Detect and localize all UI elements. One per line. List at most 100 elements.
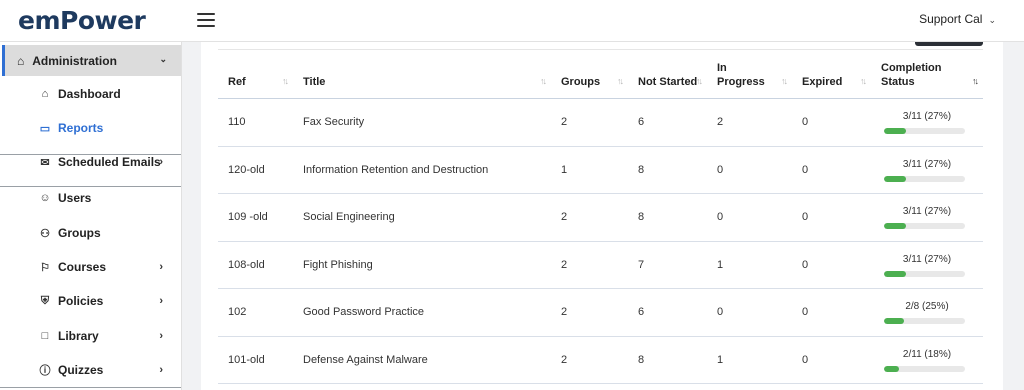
cell-completion-status: 3/11 (27%) (871, 241, 983, 289)
sort-icon: ↑↓ (282, 76, 289, 86)
sidebar-item-groups[interactable]: ⚇ Groups (0, 218, 179, 248)
completion-label: 3/11 (27%) (902, 253, 952, 265)
cell-not-started: 6 (628, 288, 707, 337)
main-content: Ref ↑↓ Title ↑↓ Groups ↑↓ Not Started ↑↓ In Prog… (201, 42, 1003, 390)
chevron-down-icon: ⌄ (988, 15, 996, 25)
sort-icon: ↑↓ (696, 76, 703, 86)
cell-completion-status: 3/11 (27%) (871, 146, 983, 194)
chevron-right-icon: › (159, 156, 163, 168)
completion-progress-fill (884, 318, 905, 324)
column-header-label: Completion Status (881, 62, 942, 88)
sidebar-divider (0, 154, 181, 155)
column-header-not-started[interactable]: Not Started ↑↓ (628, 49, 707, 99)
table-row[interactable]: 102 Good Password Practice 2 6 0 0 2/8 (25%) (218, 288, 983, 337)
cell-groups: 2 (551, 288, 628, 337)
completion-progress-fill (884, 270, 906, 277)
completion-progress-fill (884, 365, 899, 372)
cell-groups: 1 (551, 146, 628, 194)
cell-expired: 0 (792, 288, 871, 337)
top-bar: emPower Support Cal ⌄ (0, 0, 1024, 42)
table-row[interactable]: 109 -old Social Engineering 2 8 0 0 3/11 (27%) (218, 193, 983, 242)
user-icon: ☺ (39, 192, 51, 204)
sidebar-item-label: Quizzes (58, 363, 104, 377)
cell-completion-status: 3/11 (27%) (871, 193, 983, 242)
completion-progress-bar (884, 318, 965, 324)
cell-groups: 2 (551, 336, 628, 384)
chevron-right-icon: › (159, 295, 163, 307)
sidebar-item-scheduled-emails[interactable]: ✉ Scheduled Emails › (0, 147, 179, 177)
sidebar-item-users[interactable]: ☺ Users (0, 183, 179, 213)
cell-in-progress: 1 (707, 336, 792, 384)
cell-completion-status: 2/8 (25%) (871, 288, 983, 337)
cell-not-started: 8 (628, 336, 707, 384)
column-header-label: Title (303, 76, 326, 88)
sidebar-item-reports[interactable]: ▭ Reports (0, 113, 179, 143)
cell-not-started: 7 (628, 241, 707, 289)
cell-completion-status: 2/11 (18%) (871, 336, 983, 384)
sidebar-item-library[interactable]: □ Library › (0, 321, 179, 351)
cell-in-progress: 0 (707, 146, 792, 194)
envelope-open-icon: ✉ (40, 156, 50, 169)
hamburger-menu-icon[interactable] (197, 13, 215, 27)
sidebar-item-label: Dashboard (58, 87, 121, 101)
cell-title: Information Retention and Destruction (293, 146, 551, 194)
sidebar-item-quizzes[interactable]: ⓘ Quizzes › (0, 355, 179, 385)
sidebar-divider (0, 186, 181, 187)
sidebar-item-label: Policies (58, 294, 104, 308)
table-header-row: Ref ↑↓ Title ↑↓ Groups ↑↓ Not Started ↑↓ In Prog… (218, 49, 983, 99)
user-menu-label: Support Cal (919, 12, 983, 26)
completion-label: 3/11 (27%) (902, 206, 952, 217)
sidebar-section-label: Administration (32, 53, 117, 68)
sidebar-item-dashboard[interactable]: ⌂ Dashboard (0, 79, 179, 109)
table-row[interactable]: 120-old Information Retention and Destruc… (218, 146, 983, 194)
completion-progress-fill (884, 223, 906, 229)
question-circle-icon: ⓘ (39, 365, 51, 377)
award-icon: ⚐ (40, 261, 50, 274)
completion-progress-bar (884, 175, 965, 182)
cell-in-progress: 1 (707, 241, 792, 289)
sidebar-item-policies[interactable]: ⛨ Policies › (0, 286, 179, 316)
toolbar-button[interactable] (915, 42, 983, 46)
app-logo[interactable]: emPower (18, 6, 146, 35)
cell-expired: 0 (792, 146, 871, 194)
column-header-label: Not Started (638, 76, 698, 88)
sort-descending-icon: ↑↓ (972, 76, 979, 86)
shield-icon: ⛨ (40, 294, 50, 307)
sidebar-item-label: Courses (58, 260, 107, 274)
chevron-right-icon: › (159, 364, 163, 376)
users-icon: ⚇ (40, 227, 50, 240)
completion-progress-bar (884, 365, 965, 372)
cell-in-progress: 2 (707, 98, 792, 147)
column-header-ref[interactable]: Ref ↑↓ (218, 49, 293, 99)
chevron-right-icon: › (159, 330, 163, 342)
cell-title: Social Engineering (293, 193, 551, 242)
cell-title: Fight Phishing (293, 241, 551, 289)
cell-title: Good Password Practice (293, 288, 551, 337)
home-outline-icon: ⌂ (41, 88, 49, 100)
column-header-completion-status[interactable]: Completion Status ↑↓ (871, 49, 983, 99)
cell-not-started: 6 (628, 98, 707, 147)
completion-label: 3/11 (27%) (902, 158, 952, 170)
column-header-title[interactable]: Title ↑↓ (293, 49, 551, 99)
completion-label: 2/8 (25%) (905, 301, 949, 312)
sort-icon: ↑↓ (540, 76, 547, 86)
sidebar-item-courses[interactable]: ⚐ Courses › (0, 252, 179, 282)
sidebar-section-administration[interactable]: ⌂ Administration ⌄ (2, 45, 181, 76)
completion-progress-bar (884, 270, 965, 277)
sort-icon: ↑↓ (781, 76, 788, 86)
user-menu[interactable]: Support Cal ⌄ (919, 12, 996, 26)
folder-icon: □ (41, 330, 49, 342)
sidebar-item-label: Groups (58, 226, 101, 240)
completion-progress-fill (884, 128, 906, 134)
chevron-right-icon: › (159, 261, 163, 273)
column-header-expired[interactable]: Expired ↑↓ (792, 49, 871, 99)
cell-not-started: 8 (628, 193, 707, 242)
sidebar: ⌂ Administration ⌄ ⌂ Dashboard ▭ Reports ✉ Sc… (0, 42, 182, 390)
table-row[interactable]: 110 Fax Security 2 6 2 0 3/11 (27%) (218, 98, 983, 147)
table-row[interactable]: 101-old Defense Against Malware 2 8 1 0 2/11 (… (218, 336, 983, 384)
table-row[interactable]: 108-old Fight Phishing 2 7 1 0 3/11 (27%) (218, 241, 983, 289)
column-header-groups[interactable]: Groups ↑↓ (551, 49, 628, 99)
cell-ref: 120-old (218, 146, 293, 194)
sort-icon: ↑↓ (860, 76, 867, 86)
column-header-in-progress[interactable]: In Progress ↑↓ (707, 49, 792, 99)
